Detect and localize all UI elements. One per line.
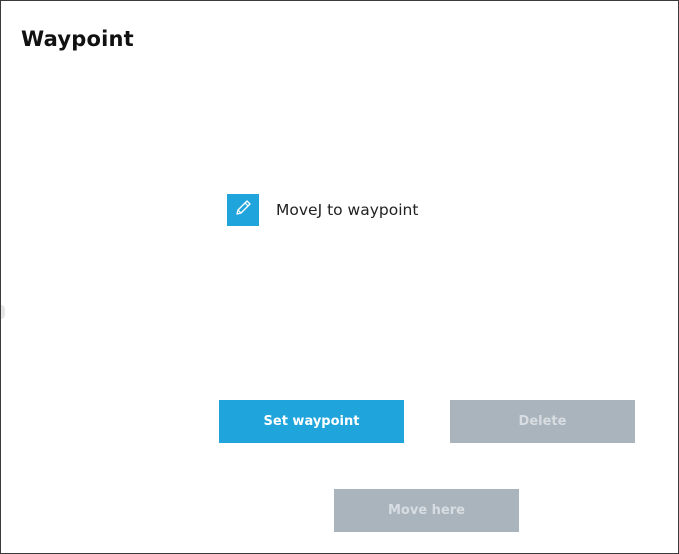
set-waypoint-button[interactable]: Set waypoint — [219, 400, 404, 443]
move-here-button[interactable]: Move here — [334, 489, 519, 532]
page-title: Waypoint — [21, 27, 134, 51]
move-type-label: MoveJ to waypoint — [276, 201, 419, 219]
waypoint-panel: Waypoint MoveJ to waypoint Set waypoint … — [0, 0, 679, 554]
edit-waypoint-button[interactable] — [227, 194, 259, 226]
scroll-edge-handle — [1, 305, 5, 319]
pencil-icon — [232, 197, 254, 223]
delete-button[interactable]: Delete — [450, 400, 635, 443]
